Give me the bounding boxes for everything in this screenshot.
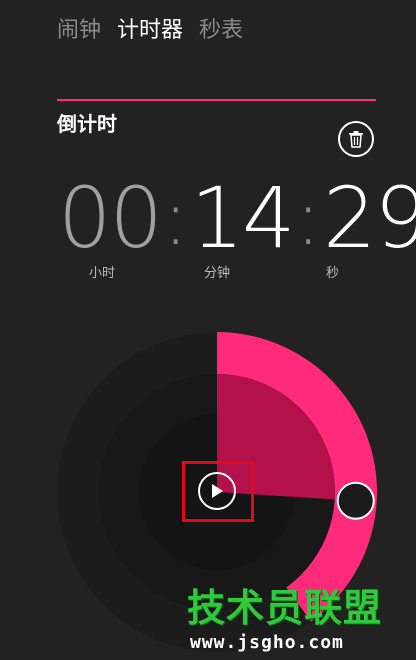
hours-value[interactable]: 00 [58, 176, 163, 260]
tab-alarm[interactable]: 闹钟 [57, 14, 101, 48]
time-display: 00 : 14 : 29 [58, 173, 416, 262]
play-button[interactable] [198, 472, 236, 510]
trash-icon [349, 131, 363, 148]
minutes-value[interactable]: 14 [191, 176, 296, 260]
timer-title[interactable]: 倒计时 [57, 108, 117, 137]
colon-separator: : [162, 173, 189, 262]
colon-separator: : [295, 173, 321, 262]
delete-button[interactable] [338, 121, 374, 157]
watermark-url: www.jsgho.com [190, 632, 344, 653]
play-icon [212, 484, 223, 498]
tab-stopwatch[interactable]: 秒表 [199, 14, 243, 48]
dial-knob[interactable] [336, 481, 375, 520]
minutes-unit-label: 分钟 [204, 266, 231, 281]
top-tabs: 闹钟 计时器 秒表 [57, 14, 243, 48]
seconds-value[interactable]: 29 [323, 176, 416, 260]
tab-timer[interactable]: 计时器 [117, 14, 183, 48]
watermark-text: 技术员联盟 [187, 586, 383, 630]
seconds-unit-label: 秒 [326, 266, 340, 281]
accent-divider [57, 99, 376, 101]
hours-unit-label: 小时 [89, 266, 116, 281]
